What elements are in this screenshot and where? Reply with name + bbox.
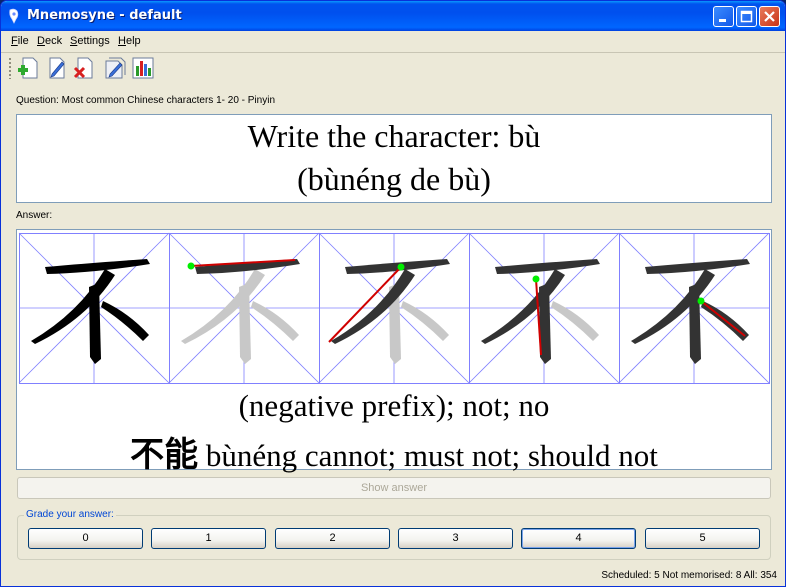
- show-answer-button[interactable]: Show answer: [17, 477, 771, 499]
- minimize-icon: [719, 19, 726, 22]
- toolbar-grip[interactable]: [8, 57, 12, 79]
- example-characters: 不能: [130, 435, 199, 475]
- maximize-button[interactable]: [736, 6, 757, 27]
- title-bar[interactable]: Mnemosyne - default: [1, 1, 785, 31]
- stroke-order-diagram: [18, 232, 770, 384]
- grade-button-3[interactable]: 3: [398, 528, 513, 549]
- app-window: Mnemosyne - default File Deck Settings H…: [0, 0, 786, 587]
- menu-help[interactable]: Help: [118, 35, 141, 47]
- delete-card-icon[interactable]: [73, 56, 97, 80]
- menu-file[interactable]: File: [11, 35, 29, 47]
- edit-card-icon[interactable]: [45, 56, 69, 80]
- menu-bar: File Deck Settings Help: [1, 31, 785, 51]
- answer-panel: (negative prefix); not; no 不能 bùnéng can…: [16, 229, 772, 475]
- stroke-panel-4: [468, 232, 620, 384]
- answer-meaning: (negative prefix); not; no: [238, 388, 550, 423]
- close-button[interactable]: [759, 6, 780, 27]
- grade-group: Grade your answer: 0 1 2 3 4 5: [17, 509, 771, 560]
- add-card-icon[interactable]: [17, 56, 41, 80]
- question-line-1: Write the character: bù: [247, 118, 541, 154]
- grade-button-5[interactable]: 5: [645, 528, 760, 549]
- answer-label: Answer:: [16, 210, 53, 221]
- grade-button-0[interactable]: 0: [28, 528, 143, 549]
- question-panel: Write the character: bù (bùnéng de bù): [16, 114, 772, 203]
- maximize-icon: [740, 10, 753, 23]
- menu-deck[interactable]: Deck: [37, 35, 62, 47]
- statistics-icon[interactable]: [131, 56, 155, 80]
- status-bar: Scheduled: 5 Not memorised: 8 All: 354: [601, 570, 777, 581]
- question-label: Question: Most common Chinese characters…: [16, 95, 275, 106]
- grade-title: Grade your answer:: [24, 509, 116, 520]
- toolbar: [1, 53, 785, 83]
- stroke-panel-1: [18, 232, 170, 384]
- close-icon: [764, 11, 775, 22]
- stroke-panel-3: [318, 232, 470, 384]
- edit-deck-icon[interactable]: [103, 56, 127, 80]
- grade-button-4[interactable]: 4: [521, 528, 636, 549]
- stroke-panel-5: [618, 232, 770, 384]
- question-line-2: (bùnéng de bù): [297, 161, 491, 197]
- app-icon: [9, 8, 19, 24]
- grade-button-1[interactable]: 1: [151, 528, 266, 549]
- answer-example: 不能 bùnéng cannot; must not; should not: [17, 427, 771, 476]
- window-title: Mnemosyne - default: [27, 8, 182, 23]
- example-text: bùnéng cannot; must not; should not: [198, 438, 658, 473]
- grade-button-2[interactable]: 2: [275, 528, 390, 549]
- stroke-panel-2: [168, 232, 320, 384]
- minimize-button[interactable]: [713, 6, 734, 27]
- menu-settings[interactable]: Settings: [70, 35, 110, 47]
